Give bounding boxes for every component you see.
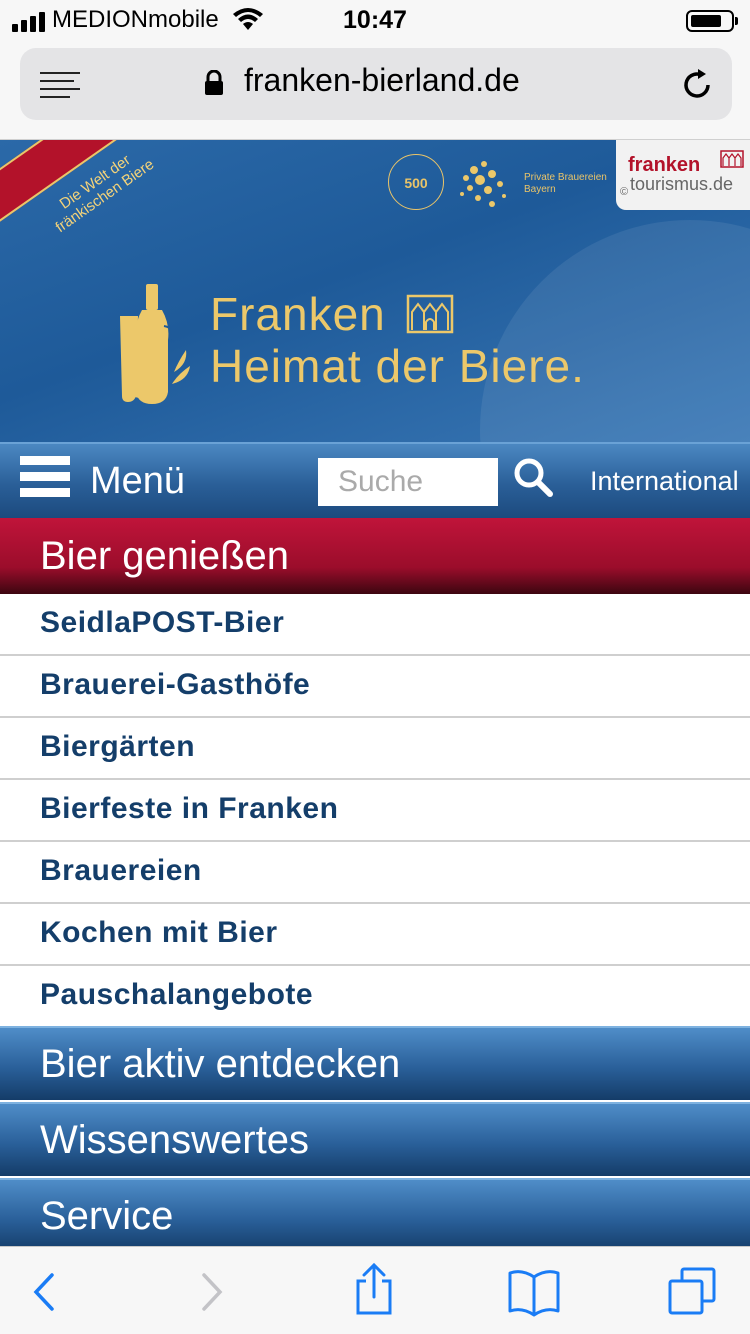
- search-input[interactable]: [318, 458, 498, 506]
- back-icon[interactable]: [30, 1267, 60, 1317]
- section-bier-geniessen[interactable]: Bier genießen: [0, 518, 750, 594]
- submenu-item-kochen-mit-bier[interactable]: Kochen mit Bier: [0, 904, 750, 966]
- reader-view-icon[interactable]: [40, 72, 80, 104]
- franken-gate-icon: [406, 294, 454, 334]
- menu-button[interactable]: Menü: [90, 460, 185, 503]
- share-icon[interactable]: [352, 1261, 396, 1317]
- battery-icon: [686, 10, 738, 32]
- submenu-list: SeidlaPOST-Bier Brauerei-Gasthöfe Biergä…: [0, 594, 750, 1028]
- browser-address-area: franken-bierland.de: [0, 40, 750, 140]
- main-navigation-bar: Menü International: [0, 442, 750, 518]
- section-label: Bier genießen: [40, 534, 290, 578]
- forward-icon[interactable]: [196, 1267, 226, 1317]
- private-brewers-text: Private Brauereien Bayern: [524, 172, 607, 195]
- submenu-item-pauschalangebote[interactable]: Pauschalangebote: [0, 966, 750, 1028]
- lock-icon: [205, 70, 223, 95]
- clock: 10:47: [343, 6, 407, 34]
- submenu-item-bierfeste[interactable]: Bierfeste in Franken: [0, 780, 750, 842]
- url-text: franken-bierland.de: [244, 62, 520, 98]
- section-service[interactable]: Service: [0, 1178, 750, 1252]
- submenu-item-seidlapost[interactable]: SeidlaPOST-Bier: [0, 594, 750, 656]
- private-brewers-logo-icon[interactable]: [456, 156, 520, 210]
- bookmarks-icon[interactable]: [506, 1267, 562, 1317]
- frankentourismus-badge[interactable]: franken tourismus.de ©: [616, 140, 750, 210]
- browser-toolbar: [0, 1246, 750, 1334]
- section-label: Service: [40, 1194, 174, 1238]
- reload-icon[interactable]: [680, 68, 714, 102]
- submenu-item-brauerei-gasthoefe[interactable]: Brauerei-Gasthöfe: [0, 656, 750, 718]
- beer-bottle-logo-icon: [120, 284, 190, 404]
- header-banner: Die Welt der fränkischen Biere 500 Priva…: [0, 140, 750, 442]
- submenu-item-biergaerten[interactable]: Biergärten: [0, 718, 750, 780]
- section-label: Wissenswertes: [40, 1118, 309, 1162]
- hamburger-menu-icon[interactable]: [20, 456, 70, 504]
- anniversary-seal-logo[interactable]: 500: [388, 154, 444, 210]
- status-bar: MEDIONmobile 10:47: [0, 0, 750, 40]
- section-wissenswertes[interactable]: Wissenswertes: [0, 1102, 750, 1176]
- tabs-icon[interactable]: [666, 1265, 720, 1319]
- franken-house-icon: [720, 150, 744, 168]
- address-bar[interactable]: franken-bierland.de: [20, 48, 732, 120]
- search-icon[interactable]: [512, 456, 554, 498]
- section-label: Bier aktiv entdecken: [40, 1042, 401, 1086]
- brand-title: Franken Heimat der Biere.: [210, 288, 585, 392]
- international-link[interactable]: International: [590, 466, 739, 497]
- submenu-item-brauereien[interactable]: Brauereien: [0, 842, 750, 904]
- section-bier-aktiv-entdecken[interactable]: Bier aktiv entdecken: [0, 1026, 750, 1100]
